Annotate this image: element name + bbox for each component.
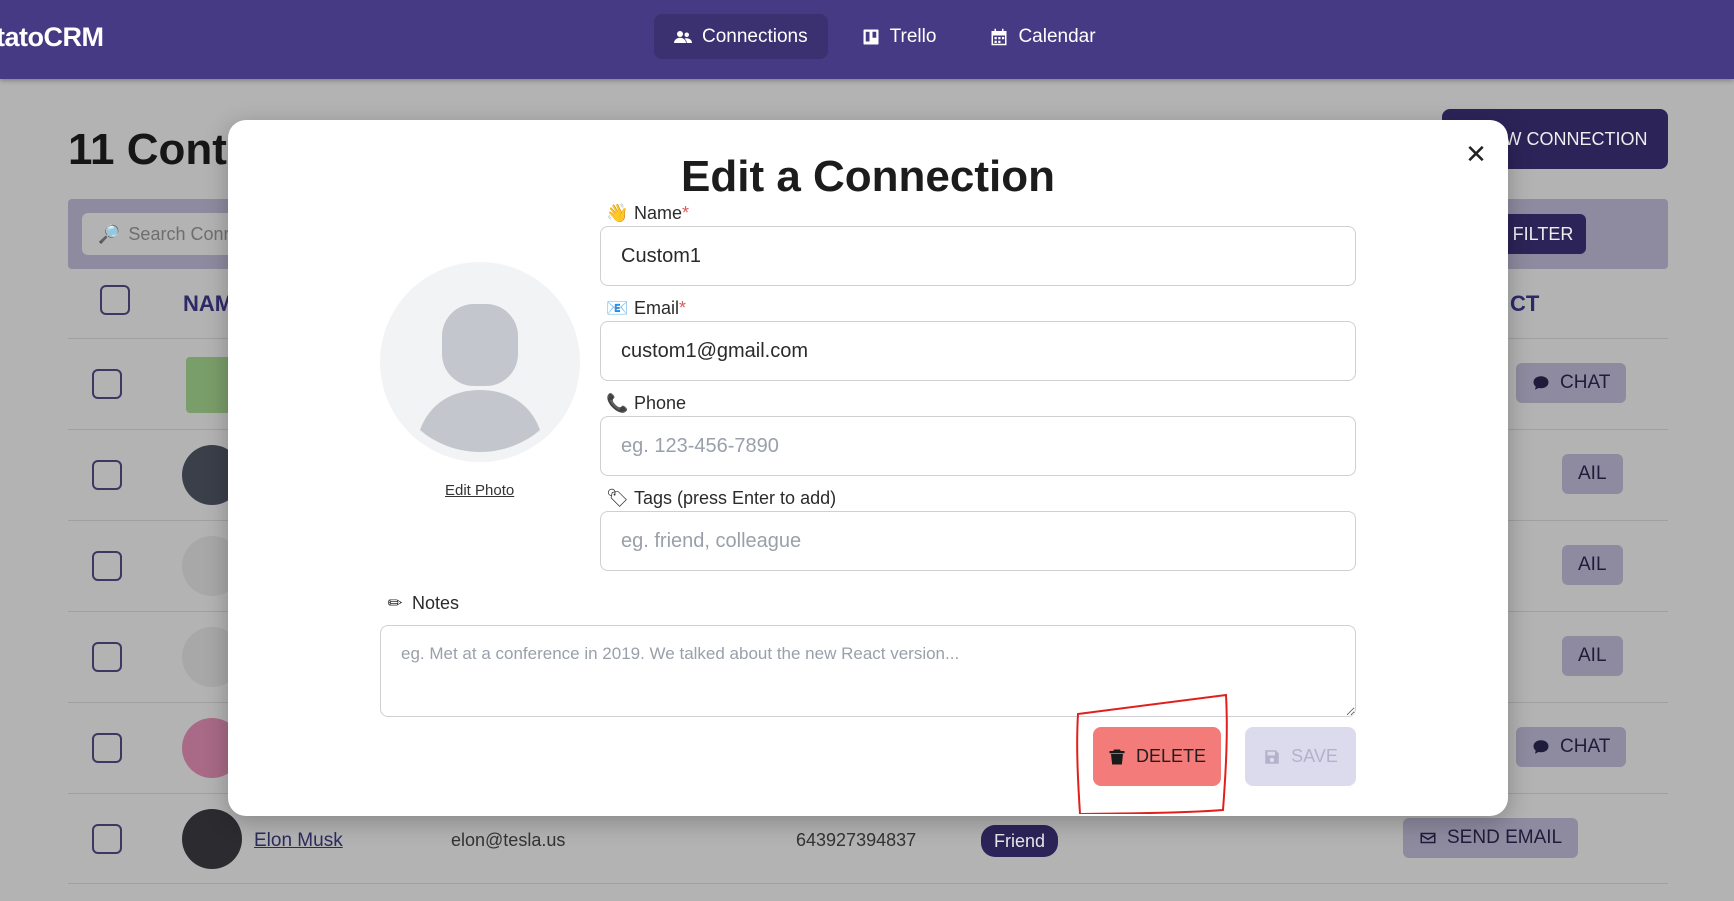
notes-textarea[interactable]	[380, 625, 1356, 717]
chat-label: CHAT	[1560, 736, 1611, 757]
row-checkbox[interactable]	[92, 369, 122, 399]
delete-button[interactable]: DELETE	[1093, 727, 1221, 786]
chat-button[interactable]: CHAT	[1516, 727, 1627, 767]
app-brand[interactable]: tatoCRM	[0, 22, 104, 53]
row-email: elon@tesla.us	[451, 830, 566, 850]
telephone-icon: 📞	[606, 393, 629, 413]
save-button[interactable]: SAVE	[1245, 727, 1356, 786]
row-phone: 643927394837	[796, 830, 917, 850]
people-icon	[674, 30, 692, 43]
delete-label: DELETE	[1135, 746, 1207, 766]
chat-icon	[1533, 376, 1549, 390]
tags-label-text: Tags (press Enter to add)	[634, 488, 837, 508]
notes-label: ✏ Notes	[384, 593, 459, 614]
nav-trello[interactable]: Trello	[842, 14, 957, 59]
main-nav: Connections Trello Calendar	[654, 14, 1116, 59]
nav-calendar-label: Calendar	[1018, 25, 1096, 47]
tags-label: 🏷 Tags (press Enter to add)	[606, 488, 836, 509]
calendar-icon	[991, 28, 1007, 45]
search-icon: 🔎	[98, 223, 121, 244]
email-label: AIL	[1578, 554, 1607, 575]
mail-icon	[1420, 832, 1436, 844]
tag-badge: Friend	[981, 825, 1059, 857]
row-checkbox[interactable]	[92, 460, 122, 490]
row-name-link[interactable]: Elon Musk	[254, 830, 343, 852]
column-header-contact[interactable]: CT	[1510, 291, 1539, 317]
phone-input[interactable]	[600, 416, 1356, 476]
search-placeholder: Search Conn	[128, 223, 234, 244]
send-email-button[interactable]: SEND EMAIL	[1403, 818, 1579, 858]
email-label: AIL	[1578, 463, 1607, 484]
email-label: AIL	[1578, 645, 1607, 666]
edit-connection-modal: ✕ Edit a Connection Edit Photo 👋 Name* 📧…	[228, 120, 1508, 816]
chat-icon	[1533, 740, 1549, 754]
row-checkbox[interactable]	[92, 642, 122, 672]
default-avatar-icon	[420, 304, 540, 452]
save-label: SAVE	[1291, 746, 1338, 766]
chat-label: CHAT	[1560, 372, 1611, 393]
phone-label: 📞 Phone	[606, 393, 686, 414]
phone-label-text: Phone	[634, 393, 687, 413]
email-button[interactable]: AIL	[1562, 545, 1623, 585]
wave-icon: 👋	[606, 203, 629, 223]
nav-trello-label: Trello	[889, 25, 937, 47]
row-checkbox[interactable]	[92, 824, 122, 854]
column-header-name[interactable]: NAM	[183, 291, 233, 317]
edit-photo-link[interactable]: Edit Photo	[445, 482, 514, 499]
chat-button[interactable]: CHAT	[1516, 363, 1627, 403]
filter-label: FILTER	[1512, 223, 1574, 244]
email-button[interactable]: AIL	[1562, 636, 1623, 676]
name-label-text: Name	[634, 203, 683, 223]
required-marker: *	[682, 203, 690, 223]
name-input[interactable]	[600, 226, 1356, 286]
page-title: 11 Cont	[68, 125, 227, 174]
email-label-text: Email	[634, 298, 680, 318]
nav-connections[interactable]: Connections	[654, 14, 828, 59]
envelope-icon: 📧	[606, 298, 629, 318]
top-navbar: tatoCRM Connections Trello Calendar	[0, 0, 1734, 79]
notes-label-text: Notes	[412, 593, 460, 613]
name-label: 👋 Name *	[606, 203, 689, 224]
email-button[interactable]: AIL	[1562, 454, 1623, 494]
required-marker: *	[679, 298, 687, 318]
trash-icon	[1109, 749, 1125, 764]
row-checkbox[interactable]	[92, 551, 122, 581]
profile-photo[interactable]	[380, 262, 580, 462]
select-all-checkbox[interactable]	[100, 285, 130, 315]
tags-input[interactable]	[600, 511, 1356, 571]
nav-connections-label: Connections	[702, 25, 808, 47]
email-label: 📧 Email *	[606, 298, 686, 319]
row-checkbox[interactable]	[92, 733, 122, 763]
send-email-label: SEND EMAIL	[1447, 827, 1563, 848]
pencil-icon: ✏	[387, 593, 403, 613]
tag-icon: 🏷	[606, 488, 629, 508]
avatar	[182, 809, 242, 869]
email-input[interactable]	[600, 321, 1356, 381]
trello-icon	[863, 29, 879, 44]
nav-calendar[interactable]: Calendar	[970, 14, 1115, 59]
modal-title: Edit a Connection	[681, 152, 1055, 201]
floppy-disk-icon	[1265, 749, 1279, 764]
